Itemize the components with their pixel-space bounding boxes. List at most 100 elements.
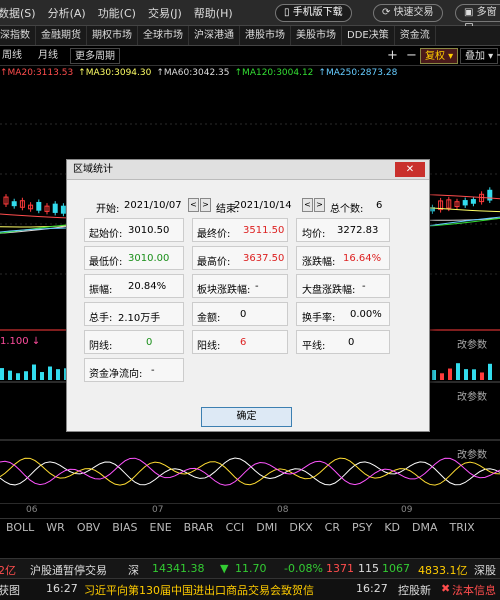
fund-flow-value: - xyxy=(151,365,155,376)
hk-connect-status: 沪股通暂停交易 xyxy=(30,564,107,577)
alert-icon: ✖ xyxy=(441,582,451,595)
start-prev-button[interactable]: < xyxy=(188,198,199,212)
low-label: 最低价: xyxy=(89,257,123,268)
end-prev-button[interactable]: < xyxy=(302,198,313,212)
indicator-bar: BOLL WR OBV BIAS ENE BRAR CCI DMI DKX CR… xyxy=(0,518,500,536)
candle-body xyxy=(462,200,468,206)
chart-toolbar: 周线 月线 更多周期 + − 复权 ▾ 叠加 ▾ − xyxy=(0,46,500,66)
menu-help[interactable]: 帮助(H) xyxy=(194,5,233,21)
tab-hk[interactable]: 港股市场 xyxy=(240,26,291,45)
ma-legend-item: ↑MA250:2873.28 xyxy=(318,68,398,78)
start-next-button[interactable]: > xyxy=(200,198,211,212)
tab-fund-flow[interactable]: 资金流 xyxy=(395,26,436,45)
volume-bar xyxy=(464,369,468,380)
date-tick: 08 xyxy=(277,505,289,515)
tab-us[interactable]: 美股市场 xyxy=(291,26,342,45)
news-company[interactable]: 法本信息 xyxy=(452,582,496,598)
period-week-button[interactable]: 周线 xyxy=(0,48,26,64)
tab-global[interactable]: 全球市场 xyxy=(138,26,189,45)
indicator-wr[interactable]: WR xyxy=(42,519,69,536)
window-icon: ▣ xyxy=(464,7,477,18)
market-change-value: - xyxy=(362,281,366,292)
mobile-download-button[interactable]: ▯ 手机版下载 xyxy=(275,4,352,22)
indicator-boll[interactable]: BOLL xyxy=(2,519,38,536)
tab-index[interactable]: 沪深指数 xyxy=(0,26,36,45)
tab-options[interactable]: 期权市场 xyxy=(87,26,138,45)
menu-data[interactable]: 数据(S) xyxy=(0,5,36,21)
amount-label: 金额: xyxy=(197,313,221,324)
end-date: 2021/10/14 xyxy=(234,200,292,211)
volume-bar xyxy=(56,369,60,380)
volume-bar xyxy=(448,368,452,380)
turnover-amount: 4833.1亿 xyxy=(418,564,468,577)
period-month-button[interactable]: 月线 xyxy=(34,48,62,64)
amplitude-value: 20.84% xyxy=(128,281,167,292)
volume-bar xyxy=(8,370,12,380)
news-headline-2[interactable]: 控股新 xyxy=(398,582,431,598)
total-value: 6 xyxy=(376,200,383,211)
indicator-cci[interactable]: CCI xyxy=(222,519,249,536)
menu-trade[interactable]: 交易(J) xyxy=(148,5,182,21)
date-tick: 06 xyxy=(26,505,38,515)
ma-legend-item: ↑MA20:3113.53 xyxy=(0,68,74,78)
adjust-params-2[interactable]: 改参数 xyxy=(457,388,487,403)
collapse-button[interactable]: − xyxy=(492,48,500,64)
date-axis: 06 07 08 09 xyxy=(0,505,500,517)
phone-icon: ▯ xyxy=(284,7,293,18)
flat-value: 0 xyxy=(348,337,355,348)
tab-futures[interactable]: 金融期货 xyxy=(36,26,87,45)
overlay-label: 叠加 xyxy=(465,51,485,62)
change-label: 涨跌幅: xyxy=(302,257,336,268)
refresh-icon: ⟳ xyxy=(382,7,394,18)
volume-bar xyxy=(432,370,436,380)
tab-dde[interactable]: DDE决策 xyxy=(342,26,395,45)
fund-flow-label: 资金净流向: xyxy=(89,369,143,380)
sector-change-value: - xyxy=(255,281,259,292)
indicator-dma[interactable]: DMA xyxy=(408,519,442,536)
mobile-download-label: 手机版下载 xyxy=(292,7,343,18)
high-label: 最高价: xyxy=(197,257,231,268)
tab-connect[interactable]: 沪深港通 xyxy=(189,26,240,45)
news-time-2: 16:27 xyxy=(356,582,388,595)
volume-value: 2.10万手 xyxy=(118,313,161,324)
candle-body xyxy=(470,199,476,204)
zoom-in-button[interactable]: + xyxy=(383,48,402,64)
dialog-body: 开始: 2021/10/07 < > 结束: 2021/10/14 < > 总个… xyxy=(84,192,412,392)
volume-bar xyxy=(472,369,476,380)
multi-window-button[interactable]: ▣ 多窗口 xyxy=(455,4,500,34)
total-label: 总个数: xyxy=(330,204,364,215)
menu-function[interactable]: 功能(C) xyxy=(98,5,136,21)
market-tab-bar: 沪深指数 金融期货 期权市场 全球市场 沪深港通 港股市场 美股市场 DDE决策… xyxy=(0,26,500,46)
date-tick: 09 xyxy=(401,505,413,515)
adjust-params-3[interactable]: 改参数 xyxy=(457,446,487,461)
zoom-out-button[interactable]: − xyxy=(402,48,421,64)
down-count: 1067 xyxy=(382,562,410,575)
indicator-trix[interactable]: TRIX xyxy=(446,519,479,536)
more-period-button[interactable]: 更多周期 xyxy=(70,48,120,64)
adjust-button[interactable]: 复权 ▾ xyxy=(420,48,459,64)
indicator-psy[interactable]: PSY xyxy=(348,519,376,536)
menu-analysis[interactable]: 分析(A) xyxy=(48,5,86,21)
indicator-ene[interactable]: ENE xyxy=(146,519,176,536)
open-value: 3010.50 xyxy=(128,225,170,236)
indicator-cr[interactable]: CR xyxy=(321,519,344,536)
indicator-dkx[interactable]: DKX xyxy=(285,519,316,536)
indicator-dmi[interactable]: DMI xyxy=(252,519,281,536)
adjust-params-1[interactable]: 改参数 xyxy=(457,336,487,351)
indicator-brar[interactable]: BRAR xyxy=(180,519,218,536)
down-arrow-icon: ▼ xyxy=(220,562,229,575)
avg-label: 均价: xyxy=(302,229,326,240)
volume-bar xyxy=(480,372,484,380)
ma-legend-item: ↑MA30:3094.30 xyxy=(78,68,152,78)
quick-trade-button[interactable]: ⟳ 快速交易 xyxy=(373,4,443,22)
indicator-bias[interactable]: BIAS xyxy=(108,519,141,536)
indicator-kd[interactable]: KD xyxy=(380,519,404,536)
open-label: 起始价: xyxy=(89,229,123,240)
candle-body xyxy=(36,201,42,211)
end-next-button[interactable]: > xyxy=(314,198,325,212)
ok-button[interactable]: 确定 xyxy=(201,407,292,427)
news-headline[interactable]: 习近平向第130届中国进出口商品交易会致贺信 xyxy=(84,582,314,598)
indicator-obv[interactable]: OBV xyxy=(73,519,104,536)
close-button[interactable]: ✕ xyxy=(395,162,425,177)
positive-value: 6 xyxy=(240,337,247,348)
